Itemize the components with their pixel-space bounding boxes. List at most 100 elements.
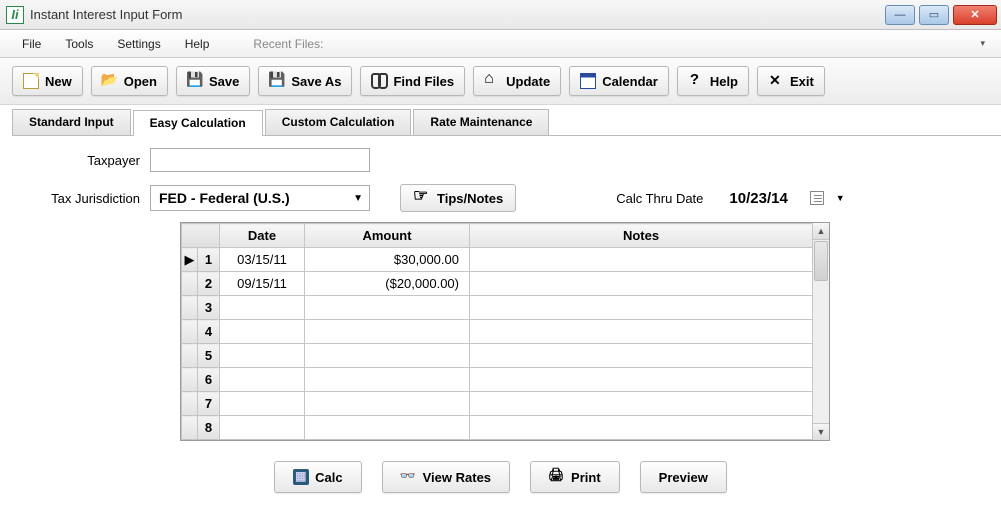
calendar-label: Calendar <box>602 74 658 89</box>
table-row: 6 <box>182 368 813 392</box>
window-title: Instant Interest Input Form <box>30 7 885 22</box>
recent-files-dropdown[interactable]: ▾ <box>980 38 991 49</box>
cell-date[interactable] <box>220 392 305 416</box>
cell-amount[interactable] <box>305 416 470 440</box>
row-header[interactable]: 8 <box>198 416 220 440</box>
help-button[interactable]: Help <box>677 66 749 96</box>
cell-amount[interactable]: $30,000.00 <box>305 248 470 272</box>
view-rates-label: View Rates <box>423 470 491 485</box>
cell-amount[interactable] <box>305 368 470 392</box>
cell-amount[interactable] <box>305 296 470 320</box>
column-header-amount[interactable]: Amount <box>305 224 470 248</box>
house-icon <box>484 73 500 89</box>
vertical-scrollbar[interactable]: ▲ ▼ <box>812 223 829 440</box>
menu-help[interactable]: Help <box>173 33 222 55</box>
pointing-hand-icon <box>413 190 433 206</box>
cell-notes[interactable] <box>470 272 813 296</box>
cell-amount[interactable]: ($20,000.00) <box>305 272 470 296</box>
new-file-icon <box>23 73 39 89</box>
calendar-icon <box>580 73 596 89</box>
new-button[interactable]: New <box>12 66 83 96</box>
save-as-label: Save As <box>291 74 341 89</box>
row-header[interactable]: 4 <box>198 320 220 344</box>
row-header[interactable]: 7 <box>198 392 220 416</box>
table-row: 209/15/11($20,000.00) <box>182 272 813 296</box>
menu-file[interactable]: File <box>10 33 53 55</box>
entry-grid: Date Amount Notes ▶103/15/11$30,000.0020… <box>180 222 830 441</box>
save-label: Save <box>209 74 239 89</box>
row-header[interactable]: 5 <box>198 344 220 368</box>
tab-rate-maintenance[interactable]: Rate Maintenance <box>413 109 549 135</box>
cell-notes[interactable] <box>470 248 813 272</box>
exit-button[interactable]: Exit <box>757 66 825 96</box>
menu-settings[interactable]: Settings <box>105 33 172 55</box>
table-row: 8 <box>182 416 813 440</box>
table-row: ▶103/15/11$30,000.00 <box>182 248 813 272</box>
table-row: 7 <box>182 392 813 416</box>
tab-easy-calculation[interactable]: Easy Calculation <box>133 110 263 136</box>
cell-date[interactable] <box>220 320 305 344</box>
calc-button[interactable]: Calc <box>274 461 361 493</box>
find-files-button[interactable]: Find Files <box>360 66 465 96</box>
calc-thru-date-value[interactable]: 10/23/14 <box>723 188 793 209</box>
preview-label: Preview <box>659 470 708 485</box>
row-pointer <box>182 416 198 440</box>
cell-date[interactable] <box>220 296 305 320</box>
save-as-button[interactable]: Save As <box>258 66 352 96</box>
scroll-down-button[interactable]: ▼ <box>813 423 829 440</box>
cell-date[interactable]: 09/15/11 <box>220 272 305 296</box>
recent-files-label: Recent Files: <box>241 33 335 55</box>
cell-notes[interactable] <box>470 320 813 344</box>
cell-amount[interactable] <box>305 320 470 344</box>
tips-notes-button[interactable]: Tips/Notes <box>400 184 516 212</box>
row-header[interactable]: 1 <box>198 248 220 272</box>
cell-notes[interactable] <box>470 368 813 392</box>
row-pointer <box>182 344 198 368</box>
easy-calculation-panel: Taxpayer Tax Jurisdiction FED - Federal … <box>0 136 1001 499</box>
maximize-button[interactable]: ▭ <box>919 5 949 25</box>
scroll-up-button[interactable]: ▲ <box>813 223 829 240</box>
menu-tools[interactable]: Tools <box>53 33 105 55</box>
calendar-button[interactable]: Calendar <box>569 66 669 96</box>
cell-notes[interactable] <box>470 392 813 416</box>
column-header-date[interactable]: Date <box>220 224 305 248</box>
save-button[interactable]: Save <box>176 66 250 96</box>
cell-amount[interactable] <box>305 344 470 368</box>
save-as-icon <box>269 73 285 89</box>
open-label: Open <box>124 74 157 89</box>
chevron-down-icon: ▼ <box>353 193 363 204</box>
binoculars-icon <box>371 73 387 89</box>
table-row: 5 <box>182 344 813 368</box>
row-header[interactable]: 2 <box>198 272 220 296</box>
update-button[interactable]: Update <box>473 66 561 96</box>
row-pointer <box>182 320 198 344</box>
tab-custom-calculation[interactable]: Custom Calculation <box>265 109 412 135</box>
close-button[interactable]: ✕ <box>953 5 997 25</box>
cell-notes[interactable] <box>470 416 813 440</box>
cell-date[interactable] <box>220 368 305 392</box>
view-rates-button[interactable]: View Rates <box>382 461 510 493</box>
cell-notes[interactable] <box>470 296 813 320</box>
taxpayer-input[interactable] <box>150 148 370 172</box>
glasses-icon <box>401 469 417 485</box>
tab-standard-input[interactable]: Standard Input <box>12 109 131 135</box>
open-button[interactable]: Open <box>91 66 168 96</box>
print-button[interactable]: Print <box>530 461 620 493</box>
calc-label: Calc <box>315 470 342 485</box>
jurisdiction-select[interactable]: FED - Federal (U.S.) ▼ <box>150 185 370 211</box>
row-header[interactable]: 3 <box>198 296 220 320</box>
minimize-button[interactable]: — <box>885 5 915 25</box>
open-icon <box>102 73 118 89</box>
preview-button[interactable]: Preview <box>640 461 727 493</box>
cell-date[interactable] <box>220 416 305 440</box>
column-header-notes[interactable]: Notes <box>470 224 813 248</box>
cell-date[interactable] <box>220 344 305 368</box>
row-header[interactable]: 6 <box>198 368 220 392</box>
scroll-thumb[interactable] <box>814 241 828 281</box>
app-icon: Ii <box>6 6 24 24</box>
calendar-picker-icon[interactable] <box>810 191 824 205</box>
cell-amount[interactable] <box>305 392 470 416</box>
cell-date[interactable]: 03/15/11 <box>220 248 305 272</box>
cell-notes[interactable] <box>470 344 813 368</box>
chevron-down-icon[interactable]: ▼ <box>836 193 845 203</box>
